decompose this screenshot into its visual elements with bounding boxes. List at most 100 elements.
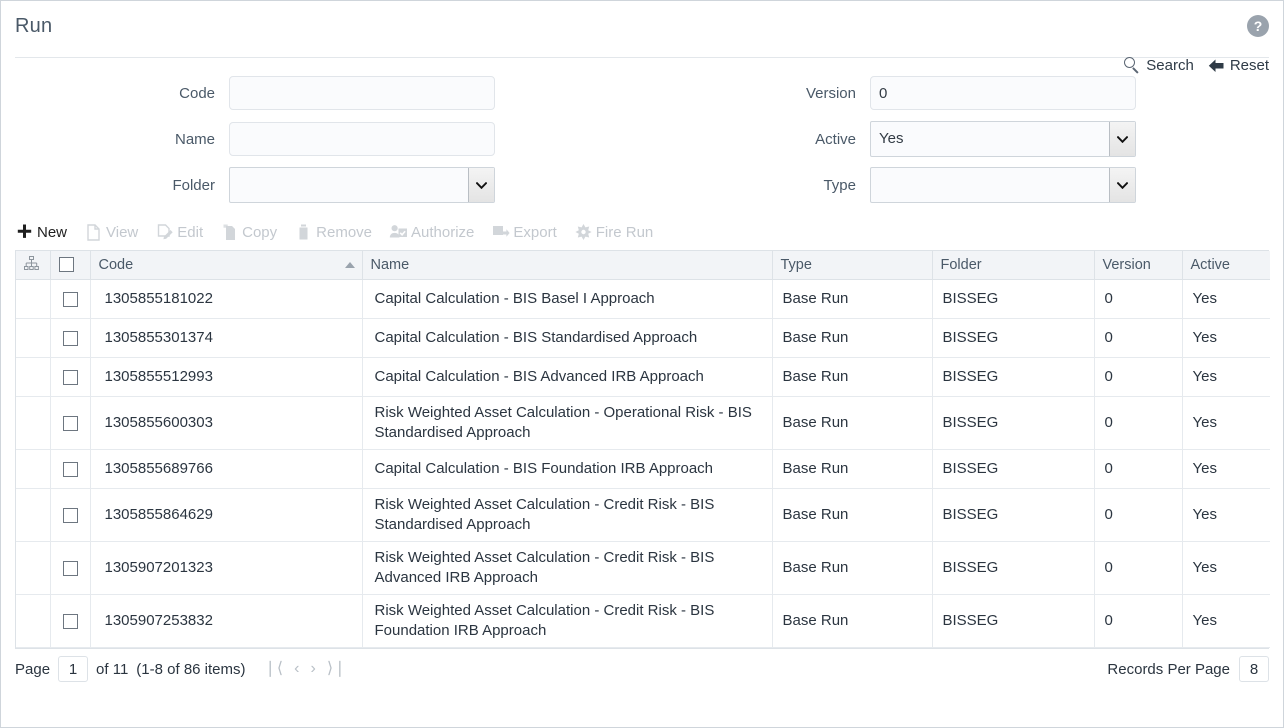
page-number-input[interactable]	[58, 656, 89, 682]
pagination-nav: ❘⟨ ‹ › ⟩❘	[264, 661, 347, 677]
toolbar-button-label: Copy	[242, 223, 278, 241]
active-select[interactable]: Yes	[870, 121, 1136, 157]
cell-active: Yes	[1182, 396, 1270, 450]
toolbar-fire-run-button: Fire Run	[574, 223, 653, 242]
page-title: Run	[15, 15, 53, 37]
table-row[interactable]: 1305907201323 Risk Weighted Asset Calcula…	[16, 541, 1270, 595]
row-checkbox[interactable]	[62, 613, 78, 629]
row-checkbox[interactable]	[62, 507, 78, 523]
column-header-code[interactable]: Code	[90, 251, 363, 280]
cell-folder: BISSEG	[932, 279, 1095, 319]
type-select-value	[870, 167, 1136, 203]
version-label: Version	[805, 84, 856, 102]
cell-active: Yes	[1182, 594, 1270, 648]
row-tree-cell	[16, 488, 51, 542]
previous-page-button[interactable]: ‹	[294, 661, 299, 677]
toolbar-copy-button: Copy	[220, 223, 277, 242]
table-row[interactable]: 1305855600303 Risk Weighted Asset Calcula…	[16, 396, 1270, 450]
type-select[interactable]	[870, 167, 1136, 203]
row-tree-cell	[16, 541, 51, 595]
column-header-folder[interactable]: Folder	[932, 251, 1095, 280]
type-select-arrow[interactable]	[1109, 168, 1135, 202]
cell-name: Capital Calculation - BIS Foundation IRB…	[362, 449, 773, 489]
cell-version: 0	[1094, 488, 1183, 542]
column-header-name[interactable]: Name	[362, 251, 773, 280]
folder-select[interactable]	[229, 167, 495, 203]
cell-name: Capital Calculation - BIS Advanced IRB A…	[362, 357, 773, 397]
table-row[interactable]: 1305855301374 Capital Calculation - BIS S…	[16, 318, 1270, 358]
toolbar-button-label: Edit	[177, 223, 204, 241]
next-page-button[interactable]: ›	[311, 661, 316, 677]
help-circle-icon[interactable]: ?	[1247, 15, 1269, 37]
active-select-value: Yes	[870, 121, 1136, 157]
row-checkbox[interactable]	[62, 461, 78, 477]
last-page-button[interactable]: ⟩❘	[327, 661, 347, 677]
table-row[interactable]: 1305907253832 Risk Weighted Asset Calcula…	[16, 594, 1270, 648]
version-input[interactable]	[870, 76, 1136, 110]
row-select-cell[interactable]	[50, 318, 91, 358]
select-all-checkbox[interactable]	[58, 257, 74, 273]
cell-code: 1305907253832	[90, 594, 363, 648]
column-header-hierarchy[interactable]	[16, 251, 51, 280]
row-checkbox[interactable]	[62, 291, 78, 307]
row-tree-cell	[16, 594, 51, 648]
code-input[interactable]	[229, 76, 495, 110]
row-select-cell[interactable]	[50, 449, 91, 489]
toolbar-button-label: Authorize	[411, 223, 475, 241]
column-header-active-label: Active	[1190, 256, 1231, 273]
cell-name: Capital Calculation - BIS Basel I Approa…	[362, 279, 773, 319]
table-row[interactable]: 1305855181022 Capital Calculation - BIS B…	[16, 279, 1270, 319]
records-per-page-input[interactable]	[1239, 656, 1269, 682]
run-grid: Code Name Type Folder Version Active 130…	[15, 250, 1270, 648]
active-label: Active	[815, 130, 856, 148]
row-checkbox[interactable]	[62, 415, 78, 431]
cell-type: Base Run	[772, 318, 933, 358]
column-header-select-all[interactable]	[50, 251, 91, 280]
copy-icon	[223, 224, 236, 240]
cell-type: Base Run	[772, 279, 933, 319]
row-select-cell[interactable]	[50, 357, 91, 397]
first-page-button[interactable]: ❘⟨	[264, 661, 284, 677]
folder-select-arrow[interactable]	[468, 168, 494, 202]
cell-folder: BISSEG	[932, 449, 1095, 489]
title-bar: Run ? Search Reset	[1, 1, 1283, 74]
row-select-cell[interactable]	[50, 594, 91, 648]
row-select-cell[interactable]	[50, 396, 91, 450]
table-header-row: Code Name Type Folder Version Active	[16, 251, 1270, 280]
filter-row-version: Version	[642, 70, 1283, 116]
table-row[interactable]: 1305855512993 Capital Calculation - BIS A…	[16, 357, 1270, 397]
row-tree-cell	[16, 449, 51, 489]
toolbar-export-button: Export	[491, 223, 557, 242]
column-header-version-label: Version	[1102, 256, 1151, 273]
chevron-down-icon	[1117, 135, 1128, 143]
cell-version: 0	[1094, 541, 1183, 595]
folder-select-value	[229, 167, 495, 203]
cell-active: Yes	[1182, 541, 1270, 595]
row-select-cell[interactable]	[50, 488, 91, 542]
cell-folder: BISSEG	[932, 396, 1095, 450]
name-input[interactable]	[229, 122, 495, 156]
cell-type: Base Run	[772, 594, 933, 648]
cell-folder: BISSEG	[932, 357, 1095, 397]
row-checkbox[interactable]	[62, 330, 78, 346]
toolbar-new-button[interactable]: New	[15, 223, 67, 242]
table-row[interactable]: 1305855864629 Risk Weighted Asset Calcula…	[16, 488, 1270, 542]
toolbar-button-label: New	[37, 223, 68, 241]
pagination-bar: Page of 11 (1-8 of 86 items) ❘⟨ ‹ › ⟩❘ R…	[15, 647, 1269, 690]
records-per-page-label: Records Per Page	[1107, 660, 1230, 678]
row-select-cell[interactable]	[50, 541, 91, 595]
cell-active: Yes	[1182, 488, 1270, 542]
row-checkbox[interactable]	[62, 369, 78, 385]
column-header-type[interactable]: Type	[772, 251, 933, 280]
toolbar-button-label: View	[106, 223, 139, 241]
column-header-version[interactable]: Version	[1094, 251, 1183, 280]
table-row[interactable]: 1305855689766 Capital Calculation - BIS F…	[16, 449, 1270, 489]
hierarchy-icon	[24, 255, 39, 270]
cell-code: 1305855181022	[90, 279, 363, 319]
row-checkbox[interactable]	[62, 560, 78, 576]
active-select-arrow[interactable]	[1109, 122, 1135, 156]
column-header-active[interactable]: Active	[1182, 251, 1270, 280]
column-header-folder-label: Folder	[940, 256, 982, 273]
filter-row-active: Active Yes	[642, 116, 1283, 162]
row-select-cell[interactable]	[50, 279, 91, 319]
